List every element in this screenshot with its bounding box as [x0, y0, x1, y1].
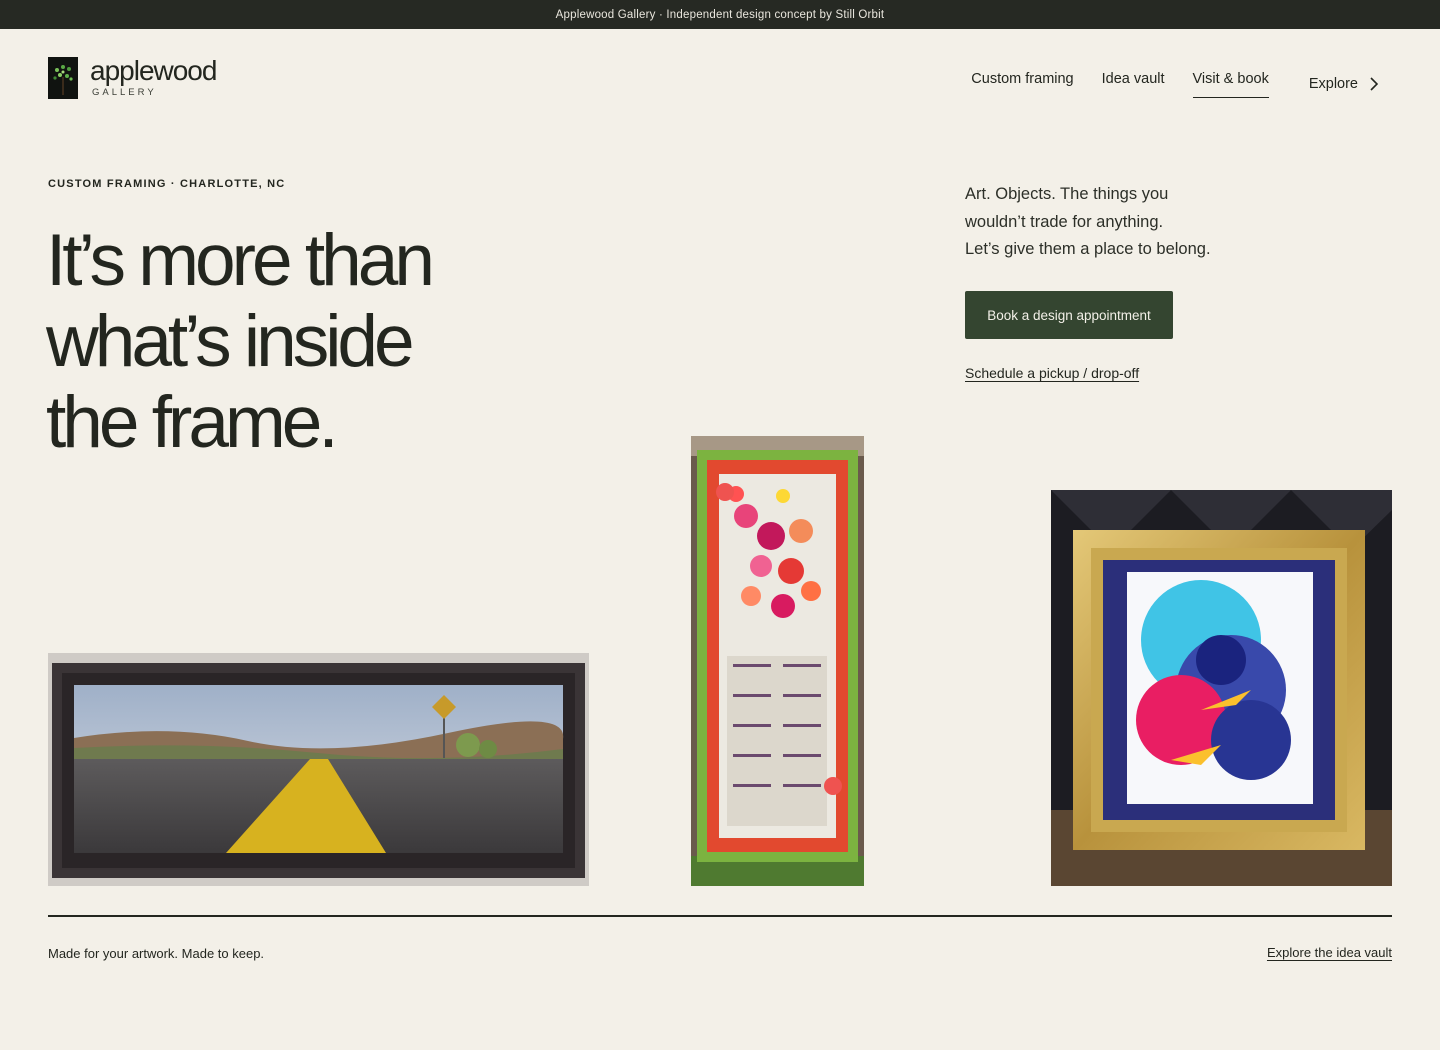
- section-divider: [48, 915, 1392, 917]
- nav-explore-label: Explore: [1308, 76, 1358, 92]
- footer-tagline: Made for your artwork. Made to keep.: [48, 946, 265, 961]
- book-appointment-button[interactable]: Book a design appointment: [965, 291, 1173, 339]
- gallery-image-abstract: [1051, 490, 1392, 886]
- brand-subtitle: GALLERY: [92, 87, 157, 98]
- nav-visit-book[interactable]: Visit & book: [1192, 70, 1269, 98]
- brand-logo[interactable]: applewood GALLERY: [48, 55, 217, 99]
- nav-explore[interactable]: Explore: [1309, 76, 1378, 92]
- tree-logo-icon: [48, 57, 78, 99]
- chevron-right-icon: [1370, 77, 1378, 91]
- schedule-pickup-link[interactable]: Schedule a pickup / drop-off: [965, 365, 1139, 381]
- nav-custom-framing[interactable]: Custom framing: [971, 70, 1073, 98]
- gallery-image-calendar: [691, 436, 864, 886]
- intro-line-1: Art. Objects. The things you: [965, 185, 1169, 203]
- explore-idea-vault-link[interactable]: Explore the idea vault: [1267, 945, 1392, 960]
- announcement-bar: Applewood Gallery · Independent design c…: [0, 0, 1440, 29]
- announcement-text: Applewood Gallery · Independent design c…: [555, 8, 885, 21]
- gallery-image-road: [48, 653, 589, 886]
- headline-line-1: It’s more than: [46, 220, 435, 301]
- main-nav: Custom framing Idea vault Visit & book E…: [943, 70, 1378, 98]
- headline-line-3: the frame.: [46, 382, 339, 463]
- brand-name: applewood: [90, 55, 217, 86]
- hero-intro: Art. Objects. The things you wouldn’t tr…: [965, 181, 1265, 264]
- intro-line-3: Let’s give them a place to belong.: [965, 240, 1211, 258]
- hero-headline: It’s more than what’s inside the frame.: [46, 220, 606, 463]
- intro-line-2: wouldn’t trade for anything.: [965, 212, 1164, 231]
- hero-eyebrow: CUSTOM FRAMING · CHARLOTTE, NC: [48, 178, 286, 190]
- headline-line-2: what’s inside: [46, 301, 415, 382]
- nav-idea-vault[interactable]: Idea vault: [1102, 70, 1165, 98]
